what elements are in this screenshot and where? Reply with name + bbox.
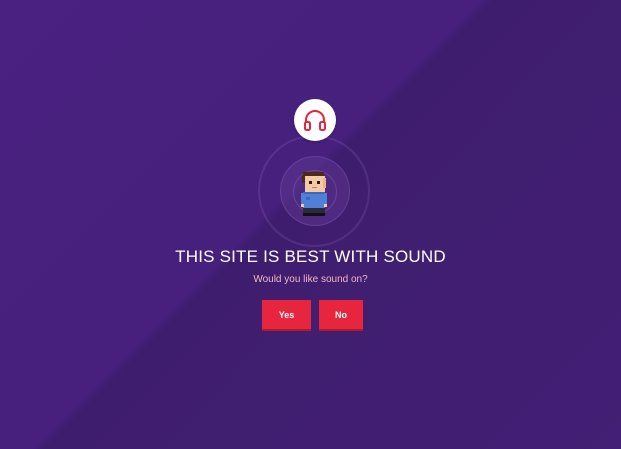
headphones-badge [294, 99, 336, 141]
headphones-icon [304, 110, 326, 131]
no-button[interactable]: No [319, 300, 363, 329]
pixel-character-icon [301, 172, 327, 216]
yes-button[interactable]: Yes [262, 300, 311, 329]
sound-question: Would you like sound on? [253, 274, 368, 285]
sound-prompt-overlay: THIS SITE IS BEST WITH SOUND Would you l… [0, 0, 621, 449]
sound-heading: THIS SITE IS BEST WITH SOUND [175, 247, 446, 266]
